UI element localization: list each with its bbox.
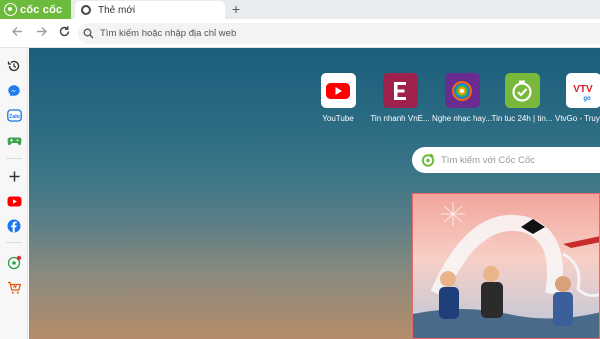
sidebar-item-youtube[interactable] — [5, 192, 23, 210]
coccoc-logo-icon — [421, 153, 435, 167]
toolbar: Tìm kiếm hoặc nhập địa chỉ web — [0, 19, 600, 48]
vtvgo-icon: VTV go — [565, 73, 600, 108]
ball-icon — [7, 255, 21, 269]
sidebar-add-button[interactable] — [5, 167, 23, 185]
new-tab-page: YouTube Tin nhanh VnE... Nghe nhạc hay..… — [29, 48, 600, 339]
address-bar[interactable]: Tìm kiếm hoặc nhập địa chỉ web — [78, 23, 600, 44]
shortcut-tintuc24h[interactable]: Tin tuc 24h | tin... — [487, 73, 557, 123]
messenger-icon — [8, 85, 20, 97]
reload-button[interactable] — [56, 25, 72, 41]
coccoc-logo-icon — [4, 3, 17, 16]
tab-title: Thẻ mới — [98, 4, 136, 16]
search-box[interactable]: Tìm kiếm với Cốc Cốc — [412, 147, 600, 173]
arrow-left-icon — [11, 27, 22, 36]
sidebar-item-shopping[interactable] — [5, 279, 23, 297]
music-icon — [444, 73, 480, 108]
tab-new-tab[interactable]: Thẻ mới — [75, 1, 225, 19]
tab-strip: cốc cốc Thẻ mới + — [0, 0, 600, 19]
brand-name: cốc cốc — [20, 3, 63, 16]
plus-icon — [9, 171, 19, 181]
svg-text:VTV: VTV — [573, 84, 593, 95]
search-icon — [83, 28, 94, 39]
shortcut-youtube[interactable]: YouTube — [303, 73, 373, 123]
sidebar-item-game[interactable] — [5, 132, 23, 150]
browser-menu-button[interactable]: cốc cốc — [0, 0, 71, 19]
shortcut-label: VtvGo - Truyề... — [554, 114, 600, 123]
back-button[interactable] — [9, 25, 25, 41]
shortcut-label: Tin nhanh VnE... — [370, 114, 430, 123]
sidebar-divider — [6, 158, 22, 159]
sidebar-item-coccoc-game[interactable] — [5, 253, 23, 271]
promo-banner[interactable] — [412, 193, 600, 339]
youtube-icon — [7, 196, 21, 206]
sidebar-item-history[interactable] — [5, 57, 23, 75]
address-placeholder: Tìm kiếm hoặc nhập địa chỉ web — [100, 28, 237, 39]
reload-icon — [59, 26, 69, 37]
shortcut-vtvgo[interactable]: VTVgo VtvGo - Truyề... — [548, 73, 600, 123]
sidebar-item-zalo[interactable]: Zalo — [5, 107, 23, 125]
facebook-icon — [7, 219, 21, 233]
sidebar-item-facebook[interactable] — [5, 217, 23, 235]
shopping-cart-icon — [7, 281, 21, 294]
gamepad-icon — [7, 137, 21, 146]
shortcut-vnexpress[interactable]: Tin nhanh VnE... — [365, 73, 435, 123]
svg-text:Zalo: Zalo — [9, 114, 20, 120]
svg-text:go: go — [583, 96, 591, 102]
news24h-icon — [504, 73, 540, 108]
arrow-right-icon — [36, 27, 47, 36]
sidebar-item-messenger[interactable] — [5, 82, 23, 100]
new-tab-button[interactable]: + — [229, 1, 243, 17]
zalo-icon: Zalo — [6, 109, 22, 122]
shortcut-label: Tin tuc 24h | tin... — [491, 114, 553, 123]
promo-image — [413, 194, 599, 338]
history-icon — [7, 60, 20, 72]
vnexpress-icon — [382, 73, 418, 108]
sidebar-divider — [6, 242, 22, 243]
shortcut-label: YouTube — [322, 114, 354, 123]
sidebar: Zalo — [0, 48, 28, 339]
search-placeholder: Tìm kiếm với Cốc Cốc — [441, 154, 535, 166]
youtube-icon — [320, 73, 356, 108]
forward-button[interactable] — [33, 25, 49, 41]
tab-favicon-icon — [81, 5, 91, 15]
